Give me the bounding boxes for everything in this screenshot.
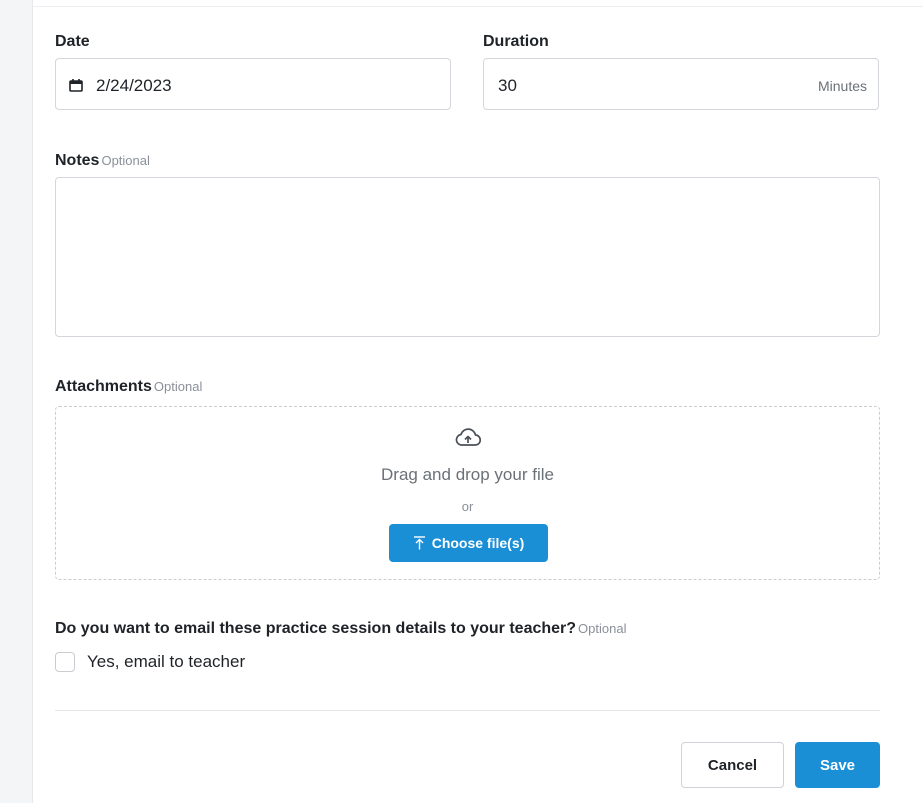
dropzone-text: Drag and drop your file (381, 465, 554, 484)
duration-field[interactable]: 30 Minutes (483, 58, 879, 110)
save-button[interactable]: Save (795, 742, 880, 788)
practice-session-form: Date 2/24/2023 Duration 30 Minutes Notes… (32, 0, 923, 803)
notes-optional: Optional (101, 153, 150, 168)
duration-input[interactable]: 30 (498, 76, 778, 96)
duration-label: Duration (483, 33, 549, 50)
email-optional: Optional (578, 621, 627, 636)
dropzone-or: or (461, 499, 474, 514)
upload-icon (413, 536, 425, 550)
cloud-upload-icon (455, 428, 482, 446)
date-field[interactable]: 2/24/2023 (55, 58, 451, 110)
calendar-icon (69, 79, 83, 92)
date-label: Date (55, 33, 90, 50)
footer-divider (55, 710, 880, 711)
top-divider (33, 6, 923, 7)
notes-textarea[interactable] (55, 177, 880, 337)
duration-unit: Minutes (817, 78, 867, 94)
file-dropzone[interactable]: Drag and drop your file or Choose file(s… (55, 406, 880, 580)
notes-label: Notes Optional (55, 152, 150, 169)
email-teacher-checkbox[interactable] (55, 652, 75, 672)
cancel-button[interactable]: Cancel (681, 742, 784, 788)
attachments-label: Attachments Optional (55, 378, 203, 395)
choose-files-label: Choose file(s) (431, 535, 525, 551)
email-question: Do you want to email these practice sess… (55, 620, 627, 637)
date-value: 2/24/2023 (96, 76, 172, 95)
choose-files-button[interactable]: Choose file(s) (389, 524, 548, 562)
email-teacher-label[interactable]: Yes, email to teacher (87, 652, 245, 672)
attachments-optional: Optional (153, 379, 203, 394)
